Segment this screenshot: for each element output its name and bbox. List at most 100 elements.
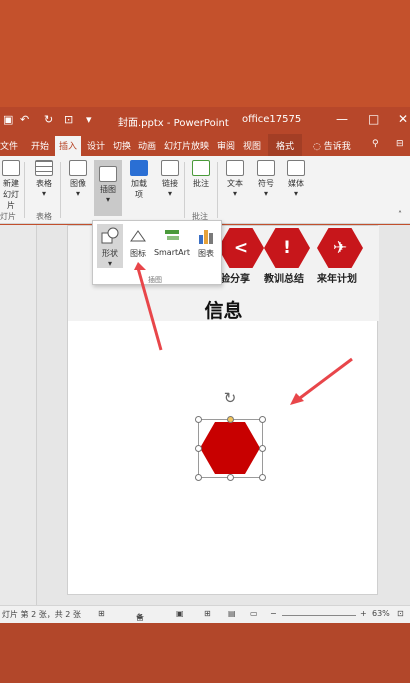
resize-handle[interactable] — [195, 416, 202, 423]
tab-home[interactable]: 开始 — [31, 139, 49, 152]
redo-icon[interactable]: ↻ — [44, 113, 53, 126]
fit-slide-icon[interactable]: ⊡ — [397, 609, 404, 618]
resize-handle[interactable] — [195, 445, 202, 452]
tab-view[interactable]: 视图 — [243, 139, 261, 152]
ribbon-insert: 新建 幻灯片 灯片 表格 ▾ 表格 图像 ▾ 插图 ▾ 加载 项 链接 ▾ 批注 批注 … — [0, 156, 410, 224]
table-button[interactable]: 表格 ▾ — [31, 160, 57, 198]
zoom-slider[interactable] — [282, 615, 356, 616]
caption-lessons-summary: 教训总结 — [264, 274, 304, 285]
tab-review[interactable]: 审阅 — [217, 139, 235, 152]
caption-experience-share: 验分享 — [220, 274, 250, 285]
slideshow-view-icon[interactable]: ▭ — [250, 609, 258, 618]
thumbnail-pane[interactable] — [0, 225, 37, 605]
account-name[interactable]: office17575 — [242, 114, 301, 125]
undo-icon[interactable]: ↶ — [20, 113, 29, 126]
present-icon[interactable]: ⊡ — [64, 113, 73, 126]
links-label: 链接 — [162, 179, 178, 188]
chart-icon — [199, 230, 213, 244]
status-bar: 灯片 第 2 张，共 2 张 ⊞ ≡ 备注 ▣ ⊞ ▤ ▭ − + 63% ⊡ — [0, 605, 410, 633]
icons-menu-item[interactable]: 图标 — [127, 227, 149, 259]
links-button[interactable]: 链接 ▾ — [158, 160, 182, 198]
user-icon[interactable]: ⚲ — [372, 139, 379, 149]
link-icon — [161, 160, 179, 176]
tab-insert[interactable]: 插入 — [55, 136, 82, 156]
warning-hex-icon: ! — [264, 228, 310, 268]
shapes-menu-item[interactable]: 形状 ▾ — [97, 224, 123, 268]
restore-button[interactable]: □ — [368, 112, 379, 126]
share-hex-icon: < — [218, 228, 264, 268]
airplane-hex-icon: ✈ — [317, 228, 363, 268]
background-top — [0, 0, 410, 107]
images-label: 图像 — [70, 179, 86, 188]
sorter-view-icon[interactable]: ⊞ — [204, 609, 211, 618]
icons-label: 图标 — [130, 249, 146, 258]
tab-design[interactable]: 设计 — [87, 139, 105, 152]
resize-handle[interactable] — [259, 474, 266, 481]
symbols-label: 符号 — [258, 179, 274, 188]
ribbon-separator — [184, 162, 185, 218]
image-icon — [69, 160, 87, 176]
resize-handle[interactable] — [259, 416, 266, 423]
illustrations-label: 插图 — [100, 185, 116, 194]
slide-info: 灯片 第 2 张，共 2 张 — [2, 610, 81, 619]
collapse-ribbon-icon[interactable]: ˄ — [398, 210, 402, 219]
new-slide-icon — [2, 160, 20, 176]
tab-file[interactable]: 文件 — [0, 139, 18, 152]
save-icon[interactable]: ▣ — [3, 113, 13, 126]
text-icon — [226, 160, 244, 176]
resize-handle[interactable] — [227, 474, 234, 481]
new-slide-label: 新建 幻灯片 — [3, 179, 19, 210]
reading-view-icon[interactable]: ▤ — [228, 609, 236, 618]
minimize-button[interactable]: — — [336, 112, 348, 126]
zoom-in-button[interactable]: + — [360, 609, 367, 618]
text-button[interactable]: 文本 ▾ — [223, 160, 247, 198]
background-bottom — [0, 623, 410, 683]
caption-next-year-plan: 来年计划 — [317, 274, 357, 285]
table-icon — [35, 160, 53, 176]
new-slide-button[interactable]: 新建 幻灯片 — [0, 160, 22, 211]
comment-label: 批注 — [193, 179, 209, 188]
close-button[interactable]: ✕ — [398, 112, 408, 126]
slide-title: 信息 — [204, 300, 243, 322]
rotate-handle-icon[interactable]: ↻ — [222, 390, 238, 406]
shapes-label: 形状 — [102, 249, 118, 258]
text-label: 文本 — [227, 179, 243, 188]
tables-group-label: 表格 — [36, 212, 52, 221]
omega-icon — [257, 160, 275, 176]
normal-view-icon[interactable]: ▣ — [176, 609, 184, 618]
resize-handle[interactable] — [259, 445, 266, 452]
tab-transitions[interactable]: 切换 — [113, 139, 131, 152]
illustrations-button[interactable]: 插图 ▾ — [94, 160, 122, 216]
ribbon-separator — [24, 162, 25, 218]
dropdown-group-label: 插图 — [148, 276, 162, 284]
media-label: 媒体 — [288, 179, 304, 188]
zoom-level[interactable]: 63% — [372, 609, 390, 618]
images-button[interactable]: 图像 ▾ — [66, 160, 90, 198]
illustrations-dropdown: 形状 ▾ 图标 SmartArt 图表 插图 — [92, 220, 222, 285]
customize-icon[interactable]: ▾ — [86, 113, 92, 126]
zoom-out-button[interactable]: − — [270, 609, 277, 618]
spellcheck-icon[interactable]: ⊞ — [98, 609, 105, 618]
icons-icon — [130, 230, 146, 242]
smartart-label: SmartArt — [153, 248, 191, 257]
share-icon[interactable]: ⊟ — [396, 139, 404, 149]
symbols-button[interactable]: 符号 ▾ — [254, 160, 278, 198]
tab-format[interactable]: 格式 — [268, 134, 303, 156]
document-title: 封面.pptx - PowerPoint — [118, 118, 229, 129]
resize-handle[interactable] — [195, 474, 202, 481]
comment-button[interactable]: 批注 — [189, 160, 213, 189]
media-button[interactable]: 媒体 ▾ — [284, 160, 308, 198]
adjust-handle[interactable] — [227, 416, 234, 423]
tab-slideshow[interactable]: 幻灯片放映 — [164, 139, 209, 152]
comment-icon — [192, 160, 210, 176]
tab-animations[interactable]: 动画 — [138, 139, 156, 152]
addins-label: 加载 项 — [131, 179, 147, 199]
smartart-menu-item[interactable]: SmartArt — [153, 227, 191, 257]
chart-menu-item[interactable]: 图表 — [195, 227, 217, 259]
tell-me-search[interactable]: ◌ 告诉我 — [313, 139, 351, 152]
speaker-icon — [287, 160, 305, 176]
store-icon — [130, 160, 148, 176]
addins-button[interactable]: 加载 项 — [126, 160, 152, 200]
chart-label: 图表 — [198, 249, 214, 258]
lightbulb-icon: ◌ — [313, 142, 321, 152]
